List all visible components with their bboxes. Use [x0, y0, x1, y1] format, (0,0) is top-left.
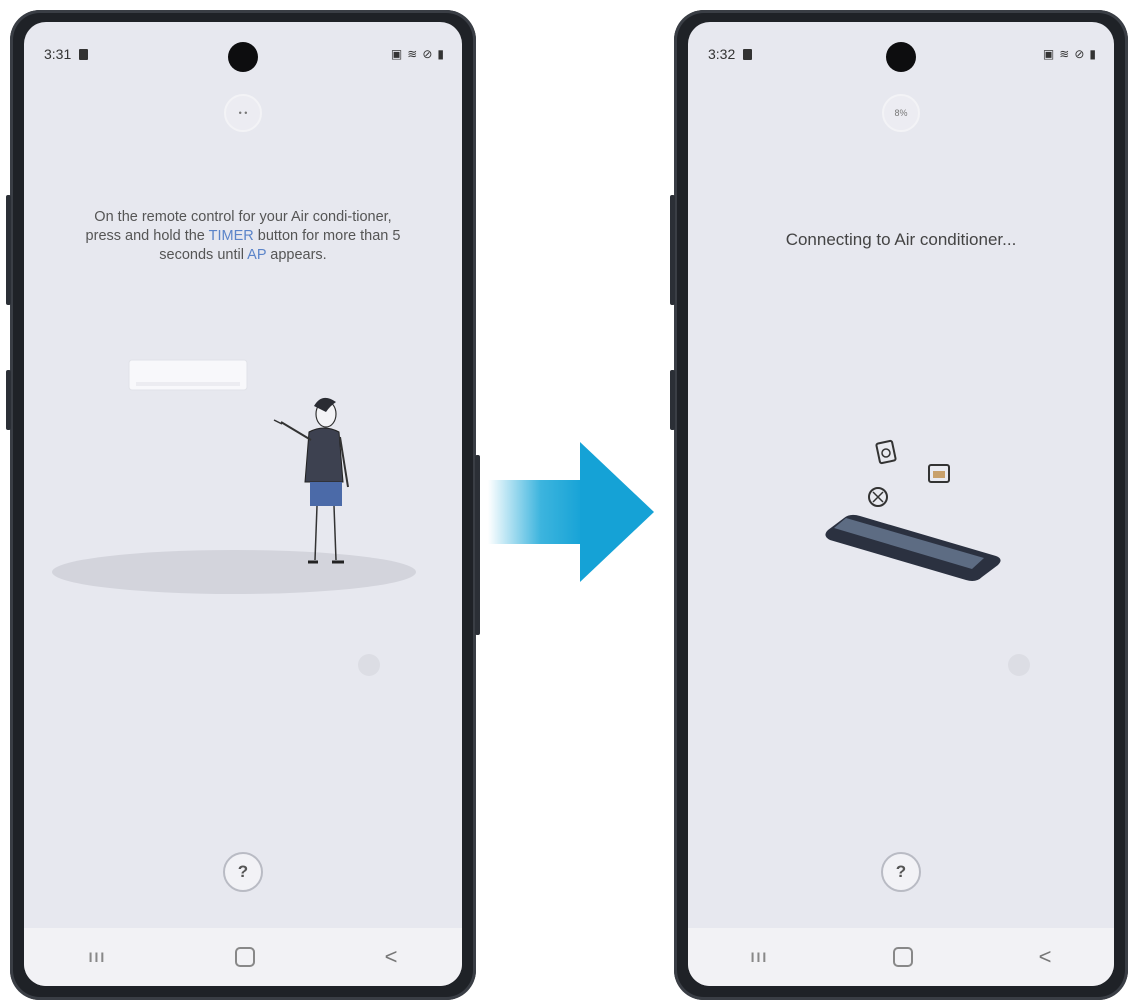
progress-indicator: 8%: [882, 94, 920, 132]
dnd-icon: ⊘: [1074, 47, 1085, 61]
front-camera: [886, 42, 916, 72]
phone-right: 3:32 ▣ ≋ ⊘ ▮ 8% Connecting to Air condit…: [670, 10, 1128, 1000]
progress-label: 8%: [894, 108, 908, 118]
nfc-icon: ▣: [1042, 47, 1055, 61]
home-button[interactable]: [893, 947, 914, 967]
side-button: [6, 370, 11, 430]
phone-left: 3:31 ▣ ≋ ⊘ ▮ • • On the remote control f…: [6, 10, 480, 1000]
floating-button-shadow: [358, 654, 380, 676]
navigation-bar: III <: [688, 928, 1114, 986]
person-icon: [273, 397, 349, 564]
floating-button-shadow: [1008, 654, 1030, 676]
wifi-icon: ≋: [407, 47, 418, 61]
loading-dots-icon: • •: [238, 108, 248, 118]
transition-arrow-icon: [488, 442, 654, 582]
battery-icon: ▮: [1089, 47, 1096, 61]
nfc-icon: ▣: [390, 47, 403, 61]
dnd-icon: ⊘: [422, 47, 433, 61]
remote-illustration: [52, 359, 416, 594]
instruction-text: On the remote control for your Air condi…: [84, 208, 402, 265]
oven-icon: [928, 464, 950, 483]
help-button[interactable]: ?: [881, 852, 921, 892]
instruction-part: appears.: [266, 247, 327, 263]
back-button[interactable]: <: [385, 944, 398, 970]
connecting-illustration: [825, 439, 1001, 581]
side-button: [670, 370, 675, 430]
side-button: [6, 195, 11, 305]
help-button[interactable]: ?: [223, 852, 263, 892]
washer-icon: [875, 439, 897, 465]
timer-highlight: TIMER: [208, 228, 254, 244]
status-time: 3:31: [44, 46, 72, 62]
screen: 3:32 ▣ ≋ ⊘ ▮ 8% Connecting to Air condit…: [688, 22, 1114, 986]
notification-icon: [79, 48, 89, 60]
progress-indicator: • •: [224, 94, 262, 132]
side-button: [475, 455, 480, 635]
back-button[interactable]: <: [1039, 944, 1052, 970]
floor-shadow: [52, 550, 416, 594]
help-icon: ?: [895, 862, 907, 881]
navigation-bar: III <: [24, 928, 462, 986]
connecting-status: Connecting to Air conditioner...: [785, 230, 1017, 249]
recent-apps-button[interactable]: III: [89, 949, 107, 965]
side-button: [670, 195, 675, 305]
battery-icon: ▮: [437, 47, 444, 61]
ap-highlight: AP: [247, 247, 267, 263]
status-time: 3:32: [708, 46, 736, 62]
phone-icon: [825, 514, 1001, 581]
help-icon: ?: [237, 862, 249, 881]
robot-cleaner-icon: [868, 487, 888, 507]
home-button[interactable]: [235, 947, 256, 967]
recent-apps-button[interactable]: III: [751, 949, 769, 965]
wifi-icon: ≋: [1059, 47, 1070, 61]
screen: 3:31 ▣ ≋ ⊘ ▮ • • On the remote control f…: [24, 22, 462, 986]
front-camera: [228, 42, 258, 72]
notification-icon: [743, 48, 753, 60]
